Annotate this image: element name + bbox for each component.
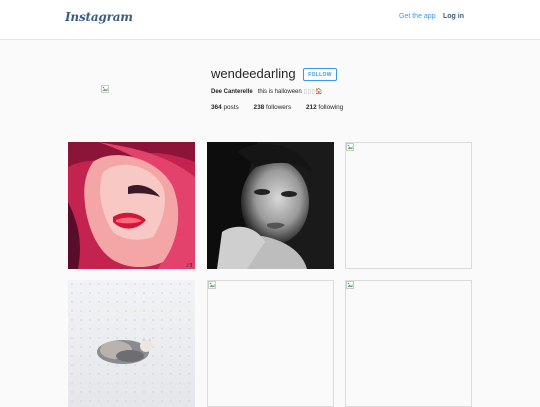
post-thumbnail-portrait[interactable]	[207, 142, 334, 269]
profile-stats: 364 posts 238 followers 212 following	[211, 104, 356, 111]
pop-art-face-image: ♪3	[68, 142, 195, 269]
follow-button[interactable]: FOLLOW	[303, 68, 337, 81]
broken-image-icon	[208, 281, 216, 289]
bio-emoji-glyphs: ▯▯▯🏠	[303, 89, 324, 95]
profile-bio-text: this is halloween	[257, 89, 302, 95]
post-overlay-text: ♪3	[186, 263, 192, 269]
profile-full-name: Dee Canterelle	[211, 89, 253, 95]
get-the-app-link[interactable]: Get the app	[399, 13, 436, 20]
bw-portrait-image	[207, 142, 334, 269]
cat-photo-image	[68, 280, 195, 407]
post-thumbnail-broken[interactable]	[345, 142, 472, 269]
broken-image-icon	[346, 143, 354, 151]
following-count-stat[interactable]: 212 following	[306, 104, 343, 111]
instagram-logo[interactable]: Instagram	[65, 10, 133, 24]
post-thumbnail-broken[interactable]	[207, 280, 334, 407]
post-thumbnail-illustration[interactable]: ♪3	[68, 142, 195, 269]
post-thumbnail-cat[interactable]	[68, 280, 195, 407]
profile-avatar-broken-image-icon	[101, 85, 109, 93]
log-in-link[interactable]: Log in	[443, 13, 464, 20]
followers-count-stat[interactable]: 238 followers	[254, 104, 292, 111]
profile-bio: Dee Canterelle this is halloween ▯▯▯🏠	[211, 88, 323, 95]
post-thumbnail-broken[interactable]	[345, 280, 472, 407]
profile-username: wendeedarling	[211, 66, 296, 81]
broken-image-icon	[346, 281, 354, 289]
posts-count-stat: 364 posts	[211, 104, 239, 111]
top-navigation-bar: Instagram Get the app Log in	[0, 0, 540, 40]
